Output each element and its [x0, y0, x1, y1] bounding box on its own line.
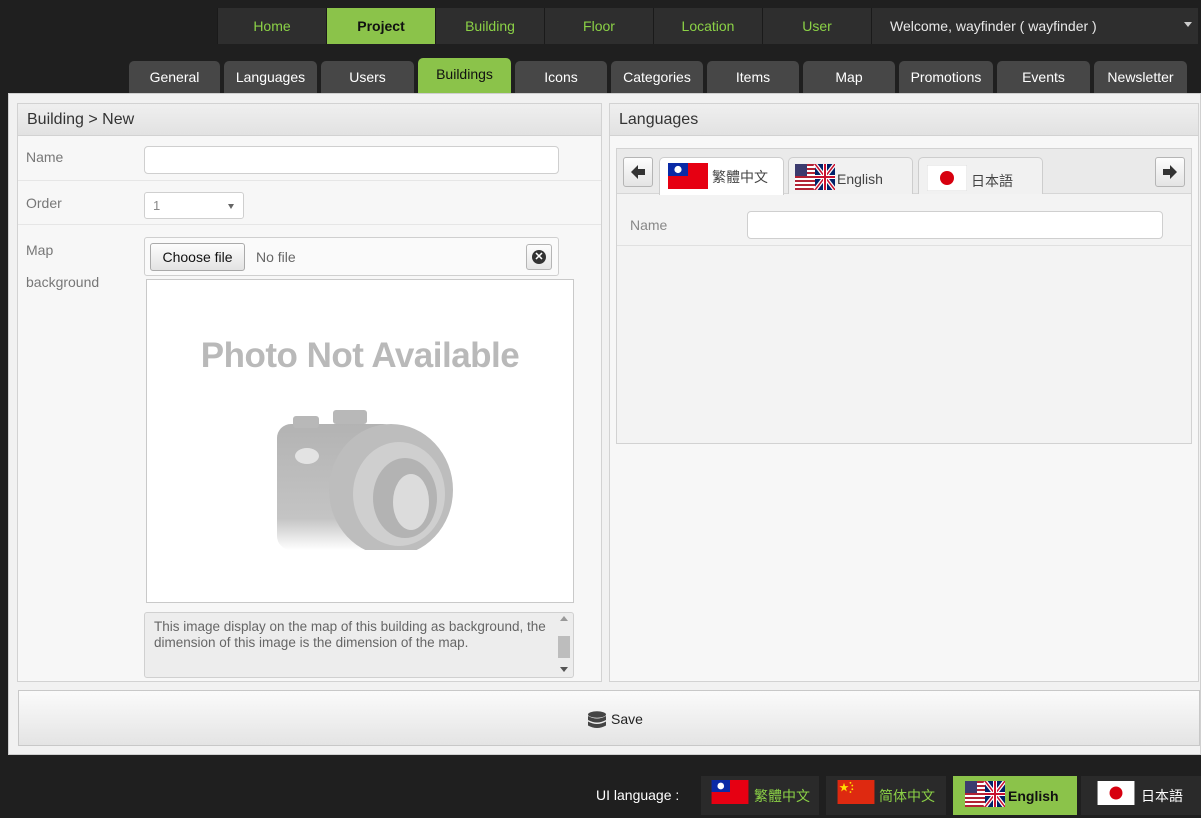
tab-items[interactable]: Items — [707, 61, 799, 93]
tab-general[interactable]: General — [129, 61, 220, 93]
project-subtabs: General Languages Users Buildings Icons … — [129, 58, 1191, 93]
language-tab-zh-tw[interactable]: 繁體中文 — [659, 157, 784, 195]
translated-name-input[interactable] — [747, 211, 1163, 239]
languages-panel-title: Languages — [610, 104, 1198, 136]
order-label: Order — [26, 195, 62, 211]
scroll-thumb[interactable] — [558, 636, 570, 658]
building-form-title: Building > New — [18, 104, 601, 136]
arrow-right-icon — [1163, 165, 1177, 179]
order-select[interactable]: 1 — [144, 192, 244, 219]
arrow-left-icon — [631, 165, 645, 179]
taiwan-flag-icon — [668, 163, 708, 189]
ui-language-label-text: 简体中文 — [879, 788, 935, 804]
nav-building[interactable]: Building — [435, 8, 544, 44]
footer-language-bar: UI language : 繁體中文 简体中文 English 日本語 — [0, 773, 1201, 818]
camera-icon — [265, 410, 461, 578]
order-row: Order 1 — [18, 181, 601, 225]
top-navigation: Home Project Building Floor Location Use… — [217, 8, 1198, 44]
tab-newsletter[interactable]: Newsletter — [1094, 61, 1187, 93]
tab-languages[interactable]: Languages — [224, 61, 317, 93]
ui-language-label-text: 繁體中文 — [754, 788, 810, 804]
language-tabs-container: 繁體中文 English 日本語 Name — [616, 148, 1192, 444]
tab-users[interactable]: Users — [321, 61, 414, 93]
language-tab-en[interactable]: English — [788, 157, 913, 194]
description-text: This image display on the map of this bu… — [154, 619, 546, 650]
no-file-text: No file — [256, 249, 296, 265]
translated-name-label: Name — [630, 217, 668, 233]
language-tabbar: 繁體中文 English 日本語 — [617, 149, 1191, 195]
taiwan-flag-icon — [711, 780, 749, 804]
database-icon — [588, 711, 606, 729]
tab-promotions[interactable]: Promotions — [899, 61, 993, 93]
close-icon: ✕ — [532, 250, 546, 264]
welcome-text: Welcome, wayfinder ( wayfinder ) — [890, 18, 1097, 34]
tab-buildings[interactable]: Buildings — [418, 58, 511, 93]
map-label: Map — [26, 242, 54, 258]
tab-map[interactable]: Map — [803, 61, 895, 93]
ui-language-zh-tw[interactable]: 繁體中文 — [701, 776, 819, 815]
ui-language-label-text: English — [1008, 788, 1059, 804]
scroll-down-arrow-icon — [560, 667, 568, 672]
tab-events[interactable]: Events — [997, 61, 1090, 93]
building-form-panel: Building > New Name Order 1 Map backgrou… — [17, 103, 602, 682]
ui-language-zh-cn[interactable]: 简体中文 — [826, 776, 946, 815]
map-background-file-input: Choose file No file ✕ — [144, 237, 559, 276]
nav-user[interactable]: User — [762, 8, 871, 44]
language-tab-label: English — [837, 171, 883, 187]
save-label: Save — [611, 711, 643, 727]
scroll-up-arrow-icon — [560, 616, 568, 621]
china-flag-icon — [837, 780, 875, 804]
clear-file-button[interactable]: ✕ — [526, 244, 552, 270]
divider — [617, 245, 1191, 246]
chevron-down-icon — [228, 204, 234, 209]
ui-language-ja[interactable]: 日本語 — [1081, 776, 1201, 815]
nav-floor[interactable]: Floor — [544, 8, 653, 44]
nav-project[interactable]: Project — [326, 8, 435, 44]
ui-language-label-text: 日本語 — [1141, 788, 1183, 804]
nav-location[interactable]: Location — [653, 8, 762, 44]
choose-file-button[interactable]: Choose file — [150, 243, 245, 271]
japan-flag-icon — [927, 165, 967, 191]
next-language-button[interactable] — [1155, 157, 1185, 187]
tab-categories[interactable]: Categories — [611, 61, 703, 93]
save-button-content: Save — [587, 707, 643, 731]
description-scrollbar[interactable] — [558, 616, 570, 674]
photo-placeholder-text: Photo Not Available — [200, 336, 520, 375]
japan-flag-icon — [1097, 781, 1135, 805]
language-tab-ja[interactable]: 日本語 — [918, 157, 1043, 194]
chevron-down-icon — [1184, 22, 1192, 27]
language-tab-label: 繁體中文 — [712, 169, 768, 185]
uk-us-flag-icon — [795, 164, 835, 190]
tab-icons[interactable]: Icons — [515, 61, 607, 93]
ui-language-en[interactable]: English — [953, 776, 1077, 815]
map-background-description[interactable]: This image display on the map of this bu… — [144, 612, 574, 678]
order-select-value: 1 — [153, 198, 161, 213]
map-background-preview: Photo Not Available — [146, 279, 574, 603]
building-name-input[interactable] — [144, 146, 559, 174]
main-content: Building > New Name Order 1 Map backgrou… — [8, 93, 1201, 755]
languages-panel: Languages 繁體中文 English 日本語 Name — [609, 103, 1199, 682]
user-menu-dropdown[interactable]: Welcome, wayfinder ( wayfinder ) — [871, 8, 1198, 44]
name-label: Name — [26, 149, 64, 165]
background-label: background — [26, 274, 100, 290]
nav-home[interactable]: Home — [217, 8, 326, 44]
ui-language-label: UI language : — [596, 787, 680, 803]
name-row: Name — [18, 137, 601, 181]
prev-language-button[interactable] — [623, 157, 653, 187]
uk-us-flag-icon — [965, 781, 1005, 807]
language-tab-label: 日本語 — [971, 173, 1013, 189]
save-button[interactable]: Save — [18, 690, 1200, 746]
